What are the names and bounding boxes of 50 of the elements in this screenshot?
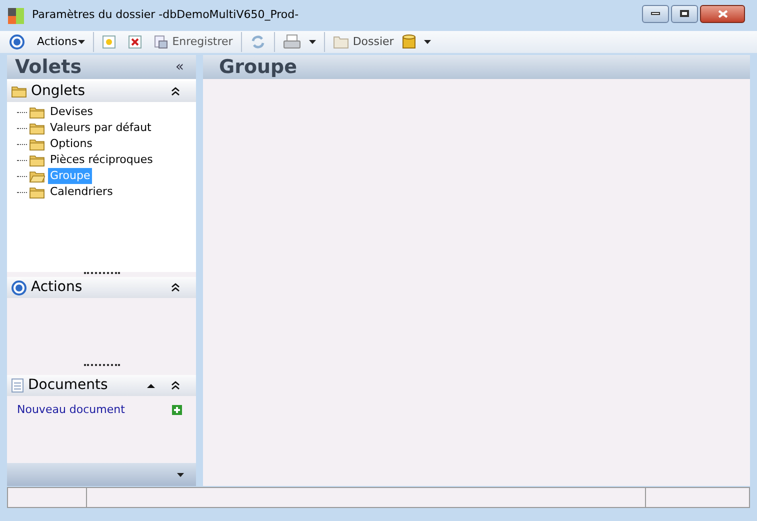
folder-icon — [29, 138, 45, 150]
delete-icon[interactable] — [128, 35, 142, 49]
folder-icon — [29, 154, 45, 166]
caret-icon — [424, 40, 431, 44]
close-button[interactable] — [700, 4, 745, 22]
collapse-icon[interactable] — [171, 381, 180, 390]
target-icon — [9, 34, 25, 50]
save-icon — [154, 35, 168, 49]
caret-icon — [177, 472, 184, 476]
app-icon — [8, 8, 24, 24]
sidebar-title: Volets — [15, 58, 82, 76]
actions-menu-button[interactable]: Actions — [37, 34, 86, 50]
target-icon — [11, 280, 27, 296]
collapse-icon[interactable] — [147, 383, 155, 388]
tree-item[interactable]: Devises — [48, 104, 96, 120]
close-icon — [718, 10, 728, 18]
maximize-button[interactable] — [671, 4, 698, 22]
document-icon — [11, 378, 24, 393]
collapse-icon[interactable] — [171, 283, 180, 292]
save-button[interactable]: Enregistrer — [154, 34, 233, 50]
pane-header[interactable]: Onglets — [7, 81, 196, 102]
folder-icon — [11, 85, 27, 98]
pane-title: Actions — [31, 278, 82, 297]
pane-header[interactable]: Documents — [7, 375, 196, 396]
folder-icon — [29, 186, 45, 198]
minimize-button[interactable] — [642, 4, 669, 22]
database-button[interactable] — [402, 34, 431, 50]
new-document-link[interactable]: Nouveau document — [17, 402, 125, 418]
open-folder-icon — [29, 170, 45, 182]
collapse-icon[interactable] — [171, 87, 180, 96]
add-icon[interactable] — [172, 405, 182, 416]
collapse-sidebar-button[interactable]: « — [175, 60, 184, 74]
pane-title: Onglets — [31, 82, 86, 101]
folder-button[interactable]: Dossier — [332, 34, 394, 50]
folder-icon — [29, 122, 45, 134]
database-icon — [402, 34, 416, 50]
tree-item[interactable]: Valeurs par défaut — [48, 120, 154, 136]
pane-header[interactable]: Actions — [7, 277, 196, 298]
folder-icon — [29, 106, 45, 118]
pane-title: Documents — [28, 376, 108, 395]
print-button[interactable] — [282, 34, 316, 50]
caret-icon — [308, 40, 316, 44]
printer-icon — [282, 34, 301, 50]
caret-icon — [78, 40, 86, 44]
window-title: Paramètres du dossier -dbDemoMultiV650_Prod- — [32, 7, 299, 24]
tree-item[interactable]: Pièces réciproques — [48, 152, 155, 168]
folder-icon — [332, 35, 349, 49]
tree-item[interactable]: Calendriers — [48, 184, 115, 200]
content-title: Groupe — [219, 58, 298, 76]
tree-item[interactable]: Options — [48, 136, 94, 152]
